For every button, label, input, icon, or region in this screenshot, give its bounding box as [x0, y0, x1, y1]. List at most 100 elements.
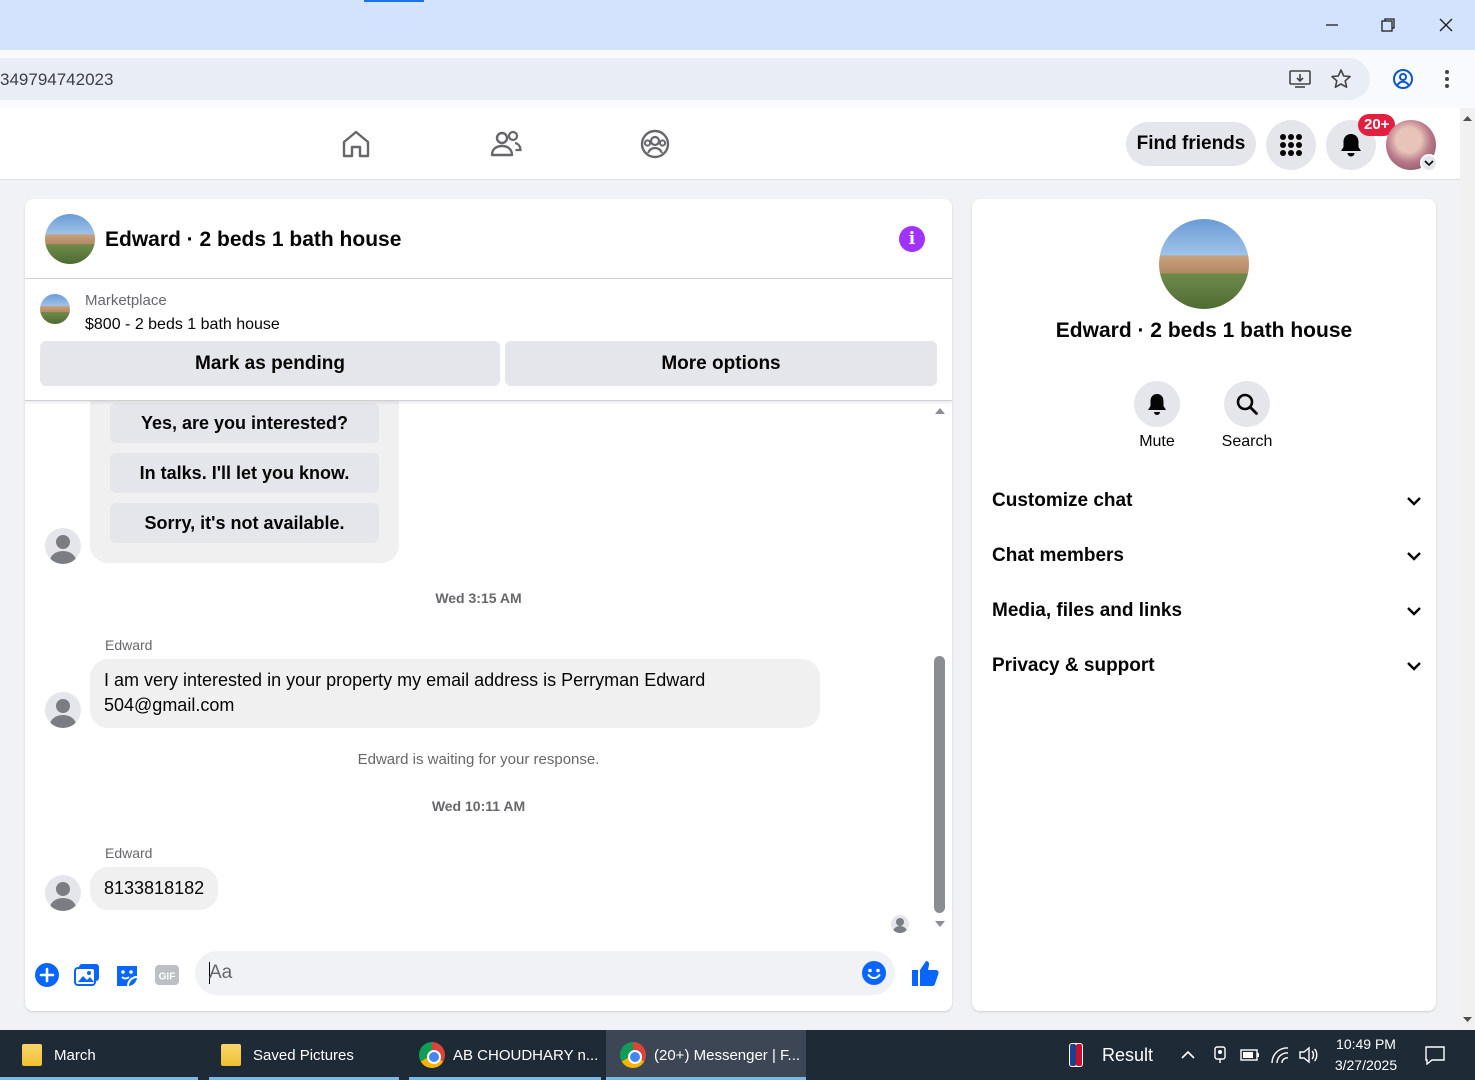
bookmark-star-icon[interactable] — [1328, 66, 1354, 92]
home-icon[interactable] — [338, 126, 374, 162]
notification-center-icon[interactable] — [1424, 1030, 1448, 1080]
listing-price[interactable]: $800 - 2 beds 1 bath house — [85, 316, 280, 334]
mute-button[interactable] — [1134, 381, 1180, 427]
message-list: Yes, are you interested? In talks. I'll … — [25, 401, 952, 936]
message-sender: Edward — [105, 637, 153, 653]
info-title: Edward · 2 beds 1 bath house — [1055, 319, 1353, 342]
chat-title[interactable]: Edward · 2 beds 1 bath house — [105, 228, 401, 252]
quick-reply-option[interactable]: In talks. I'll let you know. — [110, 453, 379, 493]
message-composer: GIF — [25, 939, 952, 1011]
address-bar[interactable]: 349794742023 — [0, 58, 1370, 100]
chat-panel: Edward · 2 beds 1 bath house i Marketpla… — [25, 199, 952, 1011]
info-icon[interactable]: i — [899, 226, 925, 252]
message-text: 504@gmail.com — [104, 695, 235, 715]
address-url[interactable]: 349794742023 — [0, 70, 113, 90]
quick-reply-option[interactable]: Sorry, it's not available. — [110, 503, 379, 543]
section-label: Chat members — [992, 545, 1124, 566]
photo-icon[interactable] — [73, 961, 101, 989]
message-timestamp: Wed 3:15 AM — [435, 590, 522, 606]
chevron-down-icon — [1407, 662, 1421, 671]
section-label: Customize chat — [992, 490, 1133, 511]
friends-icon[interactable] — [488, 126, 524, 162]
taskbar-label: Saved Pictures — [253, 1046, 354, 1064]
meet-now-icon[interactable] — [1212, 1030, 1232, 1080]
customize-chat-section[interactable]: Customize chat — [992, 481, 1422, 521]
marketplace-label: Marketplace — [85, 292, 167, 309]
folder-icon — [221, 1044, 241, 1066]
page-scrollbar[interactable] — [1460, 108, 1475, 1030]
chat-header: Edward · 2 beds 1 bath house i — [25, 199, 952, 279]
mute-label: Mute — [1139, 433, 1175, 450]
chrome-icon — [620, 1042, 646, 1068]
minimize-icon[interactable] — [1317, 10, 1347, 40]
section-label: Media, files and links — [992, 600, 1183, 621]
browser-titlebar — [0, 0, 1475, 50]
avatar[interactable] — [45, 692, 81, 728]
chat-members-section[interactable]: Chat members — [992, 536, 1422, 576]
taskbar-label: March — [54, 1046, 96, 1064]
nba-logo-icon — [1069, 1043, 1083, 1067]
sticker-icon[interactable] — [113, 961, 141, 989]
chat-scroll-thumb[interactable] — [934, 656, 945, 913]
restore-icon[interactable] — [1373, 10, 1403, 40]
profile-icon[interactable] — [1390, 66, 1416, 92]
volume-icon[interactable] — [1298, 1030, 1320, 1080]
seen-indicator-avatar — [891, 915, 909, 933]
emoji-icon[interactable] — [861, 960, 887, 986]
avatar[interactable] — [45, 875, 81, 911]
windows-taskbar: March Saved Pictures AB CHOUDHARY n... (… — [0, 1030, 1475, 1080]
more-options-button[interactable]: More options — [505, 341, 937, 386]
section-label: Privacy & support — [992, 655, 1155, 676]
thumbs-up-icon[interactable] — [909, 957, 941, 989]
media-files-links-section[interactable]: Media, files and links — [992, 591, 1422, 631]
conversation-info-panel: Edward · 2 beds 1 bath house Mute Search… — [972, 199, 1436, 1011]
message-bubble[interactable]: 8133818182 — [90, 867, 219, 910]
taskbar-item-chrome-ab[interactable]: AB CHOUDHARY n... — [409, 1030, 601, 1080]
facebook-header: Find friends — [0, 108, 1460, 180]
taskbar-label: AB CHOUDHARY n... — [453, 1046, 599, 1064]
chevron-down-icon — [1407, 552, 1421, 561]
message-input-box[interactable] — [195, 951, 895, 995]
clock-time: 10:49 PM — [1336, 1036, 1396, 1052]
chevron-down-icon — [1407, 607, 1421, 616]
quick-reply-option[interactable]: Yes, are you interested? — [110, 403, 379, 443]
chevron-up-icon[interactable] — [1180, 1030, 1200, 1080]
browser-menu-icon[interactable] — [1434, 66, 1460, 92]
quick-replies: Yes, are you interested? In talks. I'll … — [90, 401, 399, 563]
avatar[interactable] — [45, 528, 81, 564]
message-sender: Edward — [105, 845, 153, 861]
taskbar-item-march[interactable]: March — [0, 1030, 198, 1080]
groups-icon[interactable] — [637, 126, 673, 162]
system-clock[interactable]: 10:49 PM 3/27/2025 — [1330, 1034, 1402, 1076]
privacy-support-section[interactable]: Privacy & support — [992, 646, 1422, 686]
message-text: 8133818182 — [104, 878, 205, 898]
gif-icon[interactable]: GIF — [153, 961, 181, 989]
chevron-down-icon — [1407, 497, 1421, 506]
folder-icon — [22, 1044, 42, 1066]
menu-grid-icon[interactable] — [1266, 120, 1316, 170]
listing-avatar-large[interactable] — [1159, 219, 1249, 309]
taskbar-label: (20+) Messenger | F... — [654, 1046, 801, 1064]
install-app-icon[interactable] — [1287, 66, 1313, 92]
listing-avatar[interactable] — [45, 214, 95, 264]
message-bubble[interactable]: I am very interested in your property my… — [90, 659, 820, 728]
chevron-down-icon[interactable] — [1420, 154, 1438, 172]
active-tab-indicator — [364, 0, 424, 2]
clock-date: 3/27/2025 — [1334, 1057, 1398, 1073]
network-icon[interactable] — [1270, 1030, 1292, 1080]
taskbar-item-messenger[interactable]: (20+) Messenger | F... — [606, 1030, 806, 1080]
taskbar-item-saved-pictures[interactable]: Saved Pictures — [209, 1030, 399, 1080]
browser-toolbar: 349794742023 — [0, 50, 1475, 108]
svg-text:GIF: GIF — [159, 972, 176, 983]
find-friends-button[interactable]: Find friends — [1126, 122, 1256, 166]
close-icon[interactable] — [1431, 10, 1461, 40]
message-input[interactable] — [209, 961, 829, 985]
mark-as-pending-button[interactable]: Mark as pending — [40, 341, 500, 386]
listing-thumbnail[interactable] — [40, 294, 70, 324]
search-icon[interactable] — [1224, 381, 1270, 427]
battery-icon[interactable] — [1240, 1030, 1262, 1080]
waiting-status: Edward is waiting for your response. — [357, 751, 600, 768]
chrome-icon — [419, 1042, 445, 1068]
nba-result-widget[interactable]: Result — [1068, 1030, 1168, 1080]
plus-circle-icon[interactable] — [33, 961, 61, 989]
